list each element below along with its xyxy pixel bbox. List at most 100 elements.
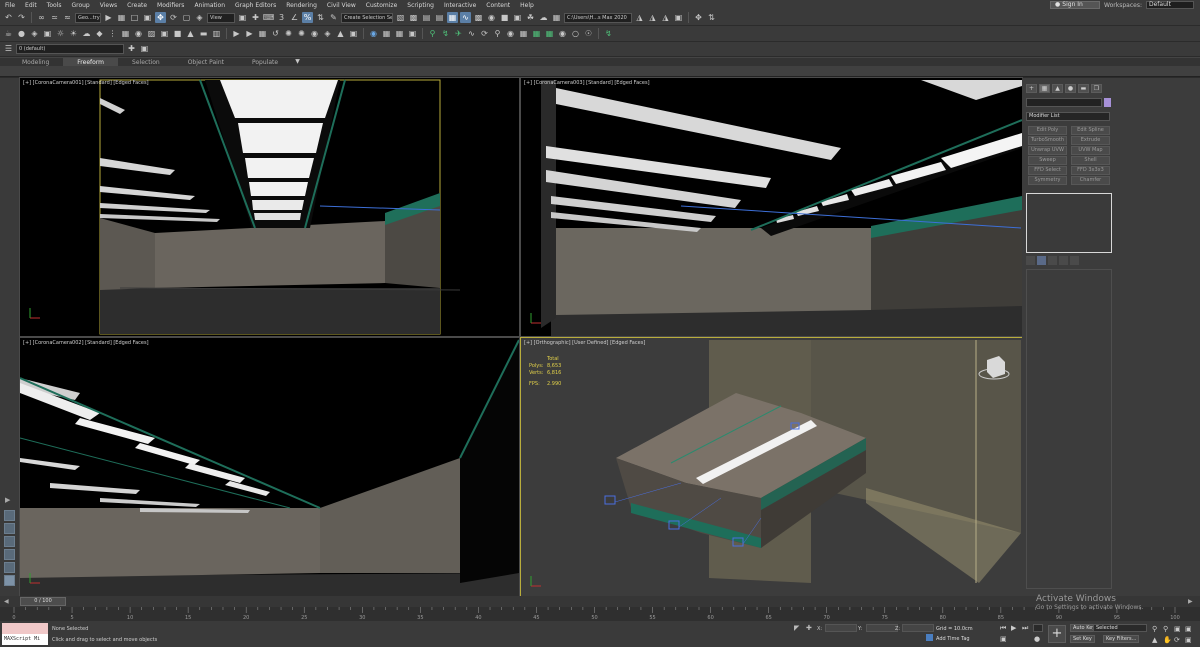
- zoom-icon[interactable]: ⚲: [1152, 625, 1157, 633]
- modifier-button[interactable]: FFD 3x3x3: [1071, 166, 1110, 175]
- corona-tools-icon-6[interactable]: ▣: [348, 28, 359, 39]
- zoom-all-icon[interactable]: ⚲: [1163, 625, 1168, 633]
- layout-tab-5[interactable]: [4, 562, 15, 573]
- menu-file[interactable]: File: [0, 2, 20, 9]
- rendered-frame-window-icon[interactable]: ▣: [512, 12, 523, 23]
- selection-filter-dropdown[interactable]: Geo...try: [75, 12, 101, 23]
- teapot-icon[interactable]: ☕: [3, 28, 14, 39]
- modifier-button[interactable]: TurboSmooth: [1028, 136, 1067, 145]
- key-filters-button[interactable]: Key Filters...: [1103, 635, 1140, 643]
- bind-space-warp-icon[interactable]: ≈: [62, 12, 73, 23]
- zoom-extents-icon[interactable]: ▣: [1174, 625, 1181, 633]
- save-folder-icon[interactable]: ◮: [660, 12, 671, 23]
- layout-tab-6[interactable]: [4, 575, 15, 586]
- track-bar[interactable]: 0 5 10 15 20 25 30 35 40 45 50 55 60 65 70 75 80 85 90 95 10…: [0, 607, 1200, 621]
- isolate-selection-icon[interactable]: ◤: [794, 624, 799, 632]
- viewport-bottom-right[interactable]: [+] [Orthographic] [User Defined] [Edged…: [520, 337, 1023, 597]
- sphere-icon[interactable]: ●: [16, 28, 27, 39]
- modify-tab-icon[interactable]: ▦: [1039, 84, 1050, 93]
- current-frame-field[interactable]: [1033, 624, 1043, 632]
- display-tab-icon[interactable]: ▬: [1078, 84, 1089, 93]
- edit-named-selection-icon[interactable]: ✎: [328, 12, 339, 23]
- select-object-icon[interactable]: ▶: [103, 12, 114, 23]
- viewport-bottom-left[interactable]: [+] [CoronaCamera002] [Standard] [Edged …: [19, 337, 520, 597]
- modifier-button[interactable]: Symmetry: [1028, 176, 1067, 185]
- menu-help[interactable]: Help: [515, 2, 539, 9]
- corona-sun-icon[interactable]: ☀: [68, 28, 79, 39]
- menu-content[interactable]: Content: [481, 2, 515, 9]
- modifier-button[interactable]: Chamfer: [1071, 176, 1110, 185]
- current-layer-dropdown[interactable]: 0 (default): [16, 44, 124, 54]
- wire-editor-icon[interactable]: ⟳: [479, 28, 490, 39]
- maxscript-input[interactable]: MAXScript Mi: [2, 634, 48, 645]
- modifier-button[interactable]: UVW Map: [1071, 146, 1110, 155]
- select-layer-icon[interactable]: ▣: [139, 44, 150, 55]
- pan-view-icon[interactable]: ✋: [1163, 636, 1172, 644]
- align-icon[interactable]: ▩: [408, 12, 419, 23]
- menu-edit[interactable]: Edit: [20, 2, 42, 9]
- render-setup-icon[interactable]: ■: [499, 12, 510, 23]
- set-keys-icon[interactable]: +: [1048, 625, 1066, 643]
- light-lister-icon[interactable]: ⚲: [427, 28, 438, 39]
- remove-modifier-icon[interactable]: [1059, 256, 1068, 265]
- color-clipboard-icon[interactable]: ▣: [407, 28, 418, 39]
- viewport-label[interactable]: [+] [CoronaCamera001] [Standard] [Edged …: [23, 80, 149, 86]
- link-icon[interactable]: ∞: [36, 12, 47, 23]
- time-tag-icon[interactable]: [926, 634, 933, 641]
- viewport-label[interactable]: [+] [CoronaCamera002] [Standard] [Edged …: [23, 340, 149, 346]
- menu-scripting[interactable]: Scripting: [402, 2, 439, 9]
- display-filter-icon[interactable]: ▦: [381, 28, 392, 39]
- state-sets-icon[interactable]: ▦: [531, 28, 542, 39]
- corona-interactive-icon[interactable]: ▶: [244, 28, 255, 39]
- go-to-start-icon[interactable]: ⏮: [1000, 624, 1006, 633]
- modifier-stack[interactable]: [1026, 193, 1112, 253]
- render-production-icon[interactable]: ☘: [525, 12, 536, 23]
- maxscript-output[interactable]: [2, 623, 48, 634]
- keyboard-shortcut-override-icon[interactable]: ⌨: [263, 12, 275, 23]
- viewport-label[interactable]: [+] [Orthographic] [User Defined] [Edged…: [524, 340, 645, 346]
- corona-tools-icon-1[interactable]: ✺: [283, 28, 294, 39]
- corona-tools-icon-5[interactable]: ▲: [335, 28, 346, 39]
- go-to-end-icon[interactable]: ⏭: [1022, 624, 1028, 633]
- open-folder-icon[interactable]: ◮: [647, 12, 658, 23]
- unwrap-icon[interactable]: ▦: [518, 28, 529, 39]
- viewport-label[interactable]: [+] [CoronaCamera003] [Standard] [Edged …: [524, 80, 650, 86]
- zoom-extents-all-icon[interactable]: ▣: [1185, 625, 1192, 633]
- modifier-button[interactable]: Edit Spline: [1071, 126, 1110, 135]
- named-selection-dropdown[interactable]: Create Selection Se: [341, 12, 393, 23]
- make-unique-icon[interactable]: [1048, 256, 1057, 265]
- corona-tools-icon-4[interactable]: ◈: [322, 28, 333, 39]
- viewport-top-right[interactable]: [+] [CoronaCamera003] [Standard] [Edged …: [520, 77, 1023, 337]
- reaction-manager-icon[interactable]: ✈: [453, 28, 464, 39]
- corona-sky-icon[interactable]: ☁: [81, 28, 92, 39]
- select-by-name-icon[interactable]: ▦: [116, 12, 127, 23]
- corona-toolbar-icon-5[interactable]: ▥: [211, 28, 222, 39]
- render-message-icon[interactable]: ○: [570, 28, 581, 39]
- modifier-button[interactable]: Shell: [1071, 156, 1110, 165]
- angle-snap-icon[interactable]: ∠: [289, 12, 300, 23]
- menu-civil-view[interactable]: Civil View: [322, 2, 361, 9]
- corona-vfb-icon[interactable]: ▦: [257, 28, 268, 39]
- selection-region-icon[interactable]: □: [129, 12, 140, 23]
- time-slider[interactable]: ◀ 0 / 100 ▶: [0, 596, 1200, 607]
- toggle-ribbon-icon[interactable]: ▦: [447, 12, 458, 23]
- layout-tab-4[interactable]: [4, 549, 15, 560]
- corona-icon-3[interactable]: ⇅: [706, 12, 717, 23]
- maxscript-listener[interactable]: MAXScript Mi: [2, 623, 48, 645]
- corona-toolbar-icon-3[interactable]: ▲: [185, 28, 196, 39]
- time-slider-handle[interactable]: 0 / 100: [20, 597, 66, 606]
- layout-tab-3[interactable]: [4, 536, 15, 547]
- key-mode-dropdown[interactable]: Selected: [1093, 624, 1147, 632]
- global-search-icon[interactable]: ⚲: [492, 28, 503, 39]
- render-in-cloud-icon[interactable]: ☁: [538, 12, 549, 23]
- y-coordinate-field[interactable]: [866, 624, 898, 632]
- window-crossing-icon[interactable]: ▣: [142, 12, 153, 23]
- a360-gallery-icon[interactable]: ▦: [551, 12, 562, 23]
- next-frame-arrow-icon[interactable]: ▶: [1188, 598, 1193, 605]
- asset-tracking-icon[interactable]: ◉: [557, 28, 568, 39]
- corona-icon-2[interactable]: ✥: [693, 12, 704, 23]
- corona-converter-icon[interactable]: ↺: [270, 28, 281, 39]
- menu-graph-editors[interactable]: Graph Editors: [230, 2, 281, 9]
- modifier-button[interactable]: FFD Select: [1028, 166, 1067, 175]
- menu-animation[interactable]: Animation: [189, 2, 230, 9]
